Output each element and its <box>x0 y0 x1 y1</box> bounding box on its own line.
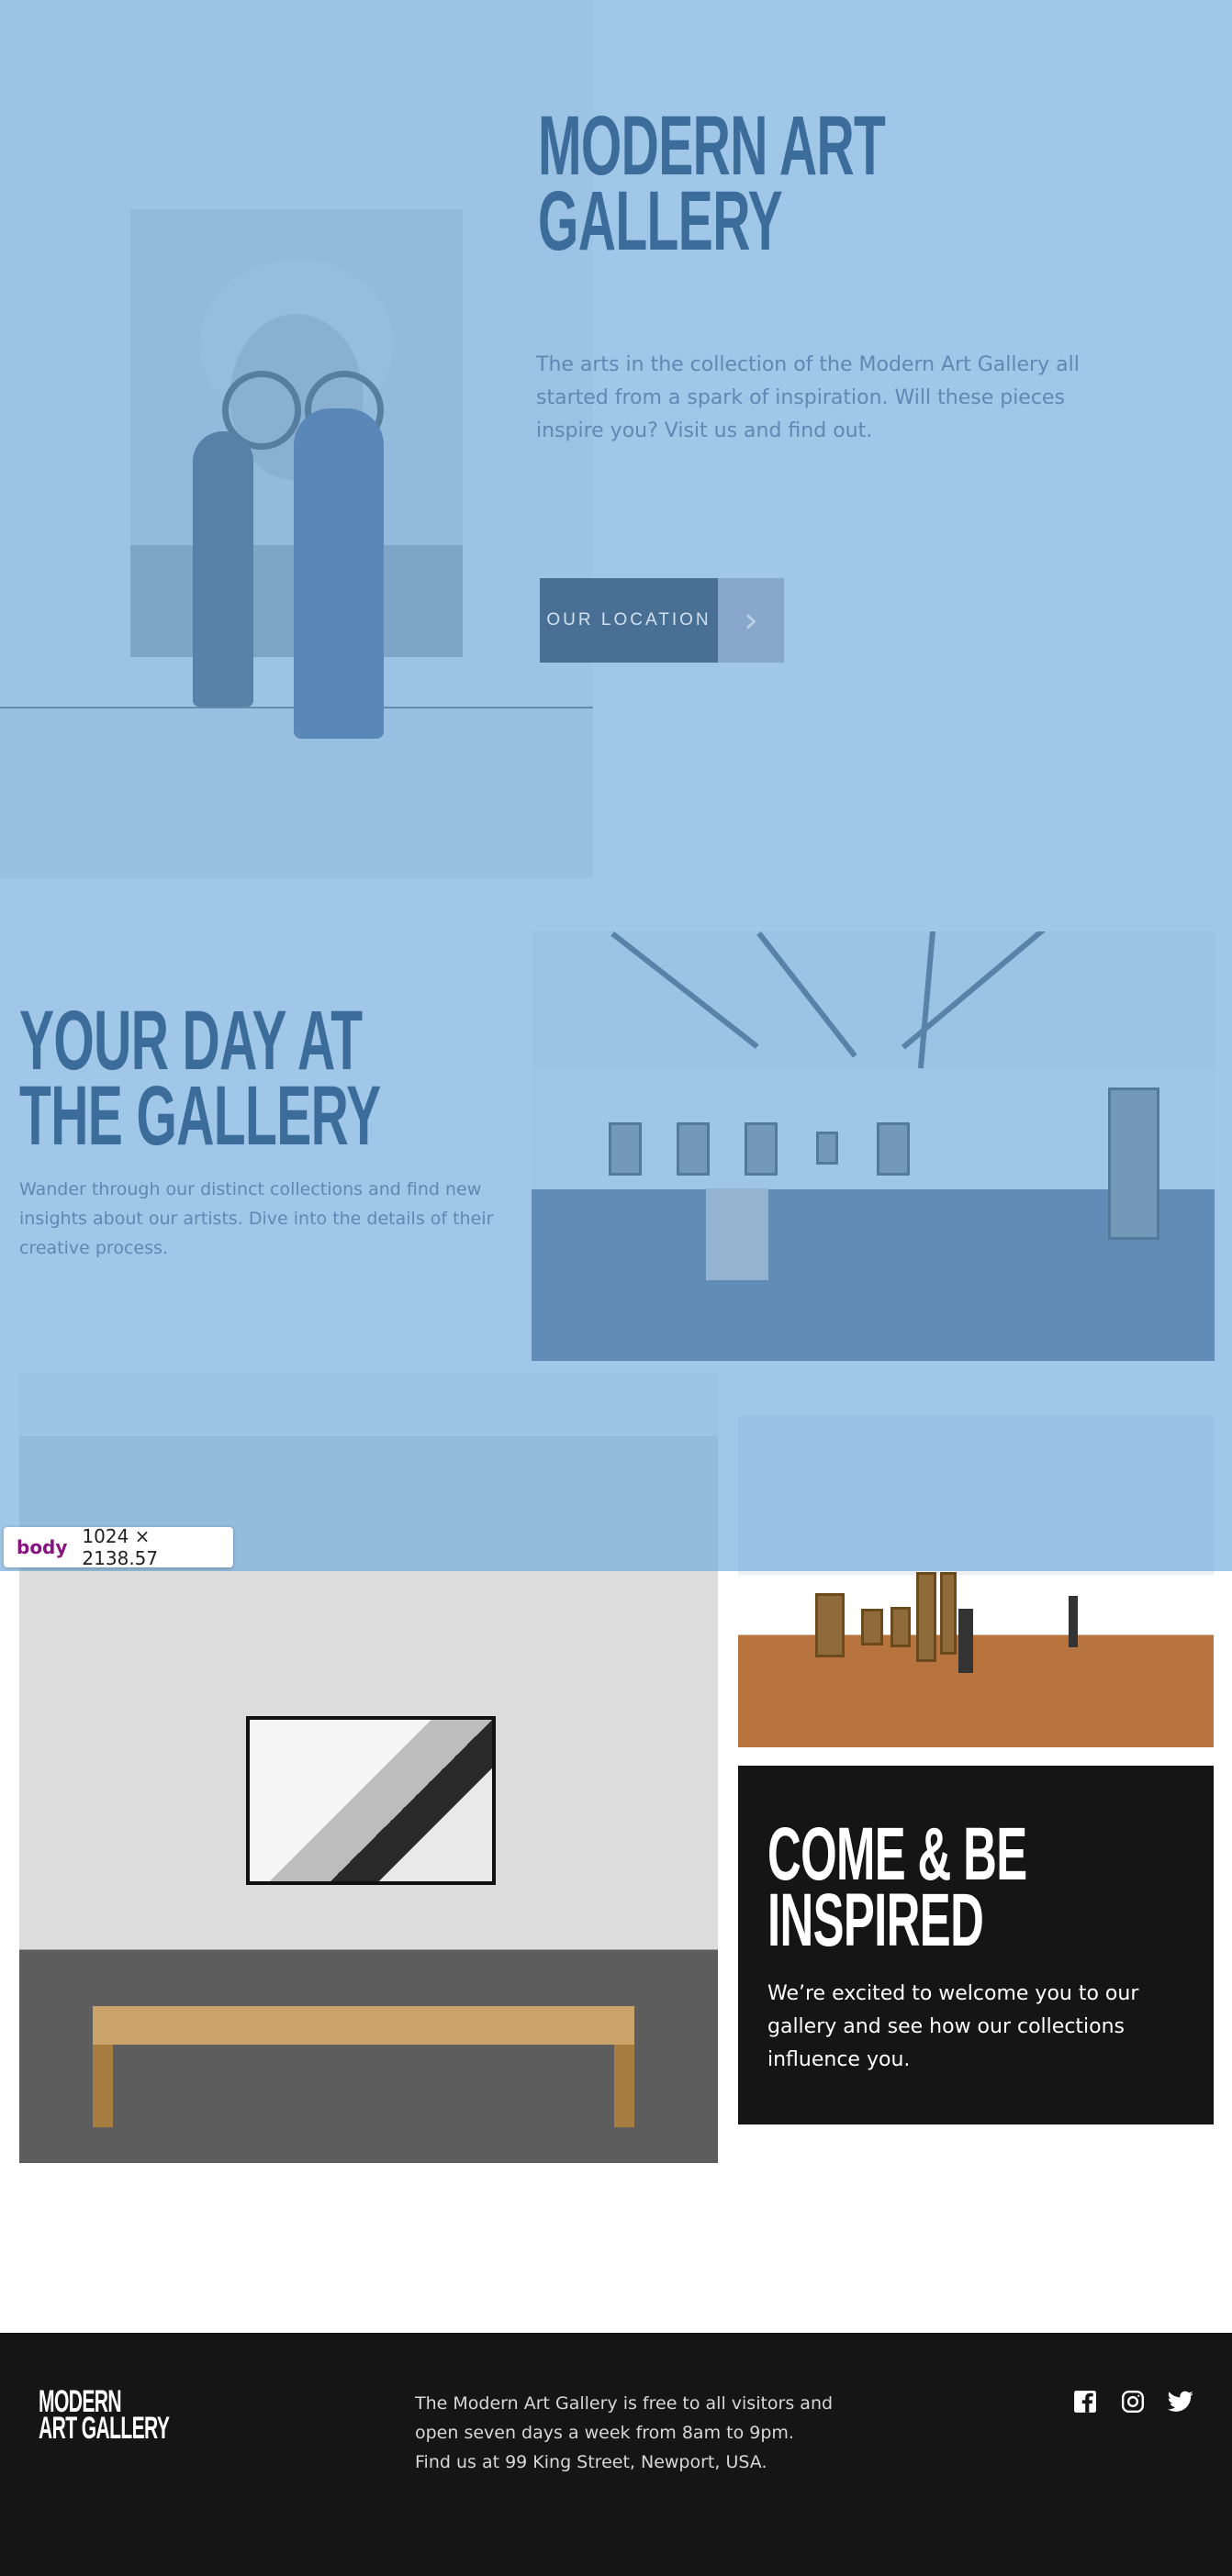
wall-artwork <box>609 1122 642 1176</box>
ceiling-beam <box>756 931 857 1058</box>
hall-painting <box>940 1572 957 1655</box>
visitor-figure <box>294 408 384 739</box>
wall-artwork <box>677 1122 710 1176</box>
visitor-figure <box>193 431 253 707</box>
hero-copy: The arts in the collection of the Modern… <box>536 353 1080 442</box>
hall-image <box>738 1416 1214 1747</box>
ceiling-beam <box>901 931 1046 1050</box>
footer-logo-line: ART GALLERY <box>39 2411 170 2446</box>
hall-visitor <box>1069 1596 1078 1647</box>
day-title: YOUR DAY AT THE GALLERY <box>19 998 486 1158</box>
day-copy: Wander through our distinct collections … <box>19 1179 494 1258</box>
hall-painting <box>916 1572 936 1662</box>
bench-room-image <box>19 1373 718 2163</box>
footer-copy: The Modern Art Gallery is free to all vi… <box>415 2393 834 2472</box>
hero-title: MODERN ART GALLERY <box>538 104 1004 263</box>
wooden-bench <box>93 2006 634 2045</box>
framed-photo <box>246 1716 496 1885</box>
hall-painting <box>815 1593 845 1657</box>
social-links <box>1072 2389 1193 2414</box>
ceiling-beam <box>917 931 935 1069</box>
hero-image <box>0 0 593 878</box>
chevron-right-icon: › <box>718 578 784 663</box>
devtools-tag-name: body <box>17 1536 68 1558</box>
instagram-icon[interactable] <box>1120 2389 1146 2414</box>
wall-artwork <box>745 1122 778 1176</box>
facebook-icon[interactable] <box>1072 2389 1098 2414</box>
hall-visitor <box>958 1609 973 1673</box>
footer-logo[interactable]: MODERN ART GALLERY <box>39 2386 209 2444</box>
inspire-title: COME & BE INSPIRED <box>767 1817 1166 1958</box>
inspire-copy: We’re excited to welcome you to our gall… <box>767 1982 1139 2071</box>
inspire-title-line: INSPIRED <box>767 1879 984 1962</box>
wall-artwork <box>877 1122 910 1176</box>
hall-painting <box>861 1609 883 1645</box>
wall-artwork <box>816 1132 838 1165</box>
bench-leg <box>614 2045 634 2127</box>
hero-title-line: GALLERY <box>538 174 783 268</box>
gallery-room-image <box>532 931 1215 1361</box>
devtools-dimensions: 1024 × 2138.57 <box>82 1525 159 1569</box>
ceiling-beam <box>610 931 759 1049</box>
hall-painting <box>890 1607 911 1647</box>
twitter-icon[interactable] <box>1168 2389 1193 2414</box>
our-location-label: OUR LOCATION <box>546 610 711 630</box>
devtools-element-tooltip: body 1024 × 2138.57 <box>4 1525 233 1569</box>
day-title-line: THE GALLERY <box>19 1069 381 1163</box>
bench-leg <box>93 2045 113 2127</box>
sculpture <box>706 1188 768 1280</box>
our-location-button[interactable]: OUR LOCATION › <box>540 578 784 663</box>
wall-artwork <box>1108 1087 1159 1240</box>
